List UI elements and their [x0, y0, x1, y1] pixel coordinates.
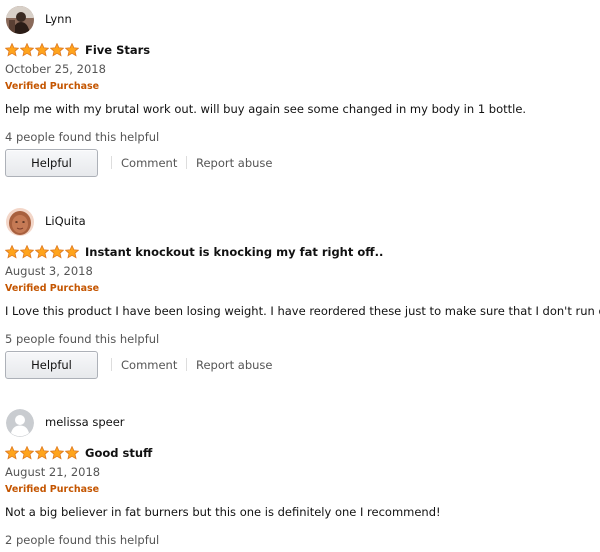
- helpful-button[interactable]: Helpful: [5, 351, 98, 379]
- star-icon: [35, 43, 49, 57]
- verified-purchase-badge: Verified Purchase: [5, 484, 100, 495]
- star-icon: [35, 245, 49, 259]
- star-icon: [50, 446, 64, 460]
- star-icon: [50, 43, 64, 57]
- helpful-count: 5 people found this helpful: [5, 332, 160, 346]
- star-icon: [20, 245, 34, 259]
- user-photo-icon: [6, 208, 34, 236]
- divider: [186, 358, 187, 371]
- review-date: October 25, 2018: [5, 62, 106, 76]
- review-card: melissa speer Good stuff August 21, 2018…: [0, 409, 600, 552]
- divider: [111, 156, 112, 169]
- star-icon: [35, 446, 49, 460]
- star-icon: [50, 245, 64, 259]
- review-title[interactable]: Good stuff: [85, 446, 152, 460]
- star-icon: [65, 245, 79, 259]
- reviewer-name[interactable]: Lynn: [45, 12, 72, 26]
- helpful-count: 4 people found this helpful: [5, 130, 160, 144]
- verified-purchase-badge: Verified Purchase: [5, 283, 100, 294]
- helpful-count: 2 people found this helpful: [5, 533, 160, 547]
- star-icon: [5, 245, 19, 259]
- star-icon: [20, 446, 34, 460]
- review-body: help me with my brutal work out. will bu…: [5, 102, 527, 116]
- star-icon: [20, 43, 34, 57]
- user-photo-icon: [6, 6, 34, 34]
- review-title[interactable]: Five Stars: [85, 43, 150, 57]
- divider: [186, 156, 187, 169]
- review-date: August 3, 2018: [5, 264, 93, 278]
- report-abuse-link[interactable]: Report abuse: [196, 156, 272, 170]
- default-avatar-icon: [6, 409, 34, 437]
- avatar[interactable]: [6, 208, 34, 236]
- reviewer-name[interactable]: melissa speer: [45, 415, 125, 429]
- review-title[interactable]: Instant knockout is knocking my fat righ…: [85, 245, 383, 259]
- report-abuse-link[interactable]: Report abuse: [196, 358, 272, 372]
- helpful-button[interactable]: Helpful: [5, 149, 98, 177]
- star-icon: [65, 446, 79, 460]
- star-icon: [65, 43, 79, 57]
- verified-purchase-badge: Verified Purchase: [5, 81, 100, 92]
- star-rating[interactable]: [5, 446, 79, 460]
- review-body: I Love this product I have been losing w…: [5, 304, 600, 318]
- review-date: August 21, 2018: [5, 465, 101, 479]
- divider: [111, 358, 112, 371]
- avatar[interactable]: [6, 409, 34, 437]
- avatar[interactable]: [6, 6, 34, 34]
- reviewer-name[interactable]: LiQuita: [45, 214, 86, 228]
- star-icon: [5, 446, 19, 460]
- star-rating[interactable]: [5, 43, 79, 57]
- star-icon: [5, 43, 19, 57]
- comment-link[interactable]: Comment: [121, 358, 177, 372]
- star-rating[interactable]: [5, 245, 79, 259]
- review-card: Lynn Five Stars October 25, 2018 Verifie…: [0, 6, 600, 196]
- review-body: Not a big believer in fat burners but th…: [5, 505, 441, 519]
- comment-link[interactable]: Comment: [121, 156, 177, 170]
- review-card: LiQuita Instant knockout is knocking my …: [0, 208, 600, 398]
